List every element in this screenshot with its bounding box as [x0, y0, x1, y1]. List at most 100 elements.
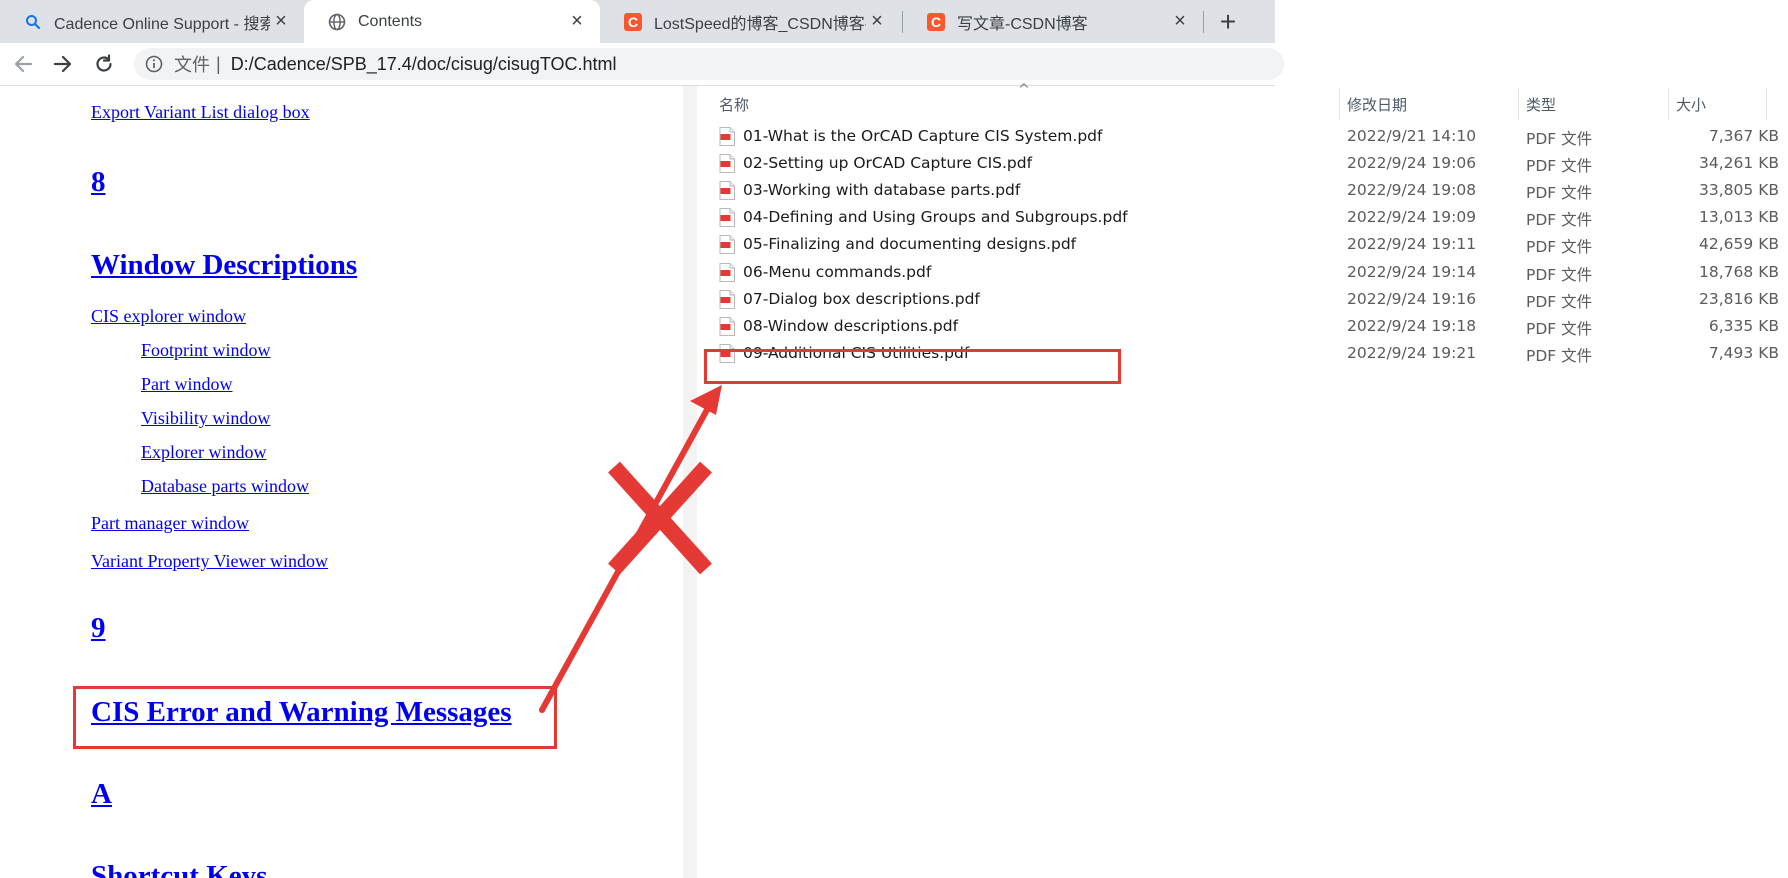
file-size: 34,261 KB — [1699, 154, 1779, 173]
toc-link-cis-explorer-window[interactable]: CIS explorer window — [91, 306, 246, 327]
toc-link-export-variant-list[interactable]: Export Variant List dialog box — [91, 102, 310, 123]
pdf-file-icon — [719, 289, 735, 309]
file-row[interactable]: 04-Defining and Using Groups and Subgrou… — [697, 204, 1788, 231]
address-url[interactable]: D:/Cadence/SPB_17.4/doc/cisug/cisugTOC.h… — [231, 54, 617, 75]
pane-divider — [683, 86, 697, 878]
pdf-file-icon — [719, 208, 735, 228]
file-type: PDF 文件 — [1526, 184, 1593, 203]
forward-button[interactable] — [50, 51, 76, 77]
toc-link-footprint-window[interactable]: Footprint window — [141, 340, 271, 361]
reload-icon — [96, 54, 112, 72]
address-bar[interactable]: 文件 | D:/Cadence/SPB_17.4/doc/cisug/cisug… — [134, 48, 1284, 80]
file-name: 06-Menu commands.pdf — [743, 262, 932, 281]
file-row[interactable]: 02-Setting up OrCAD Capture CIS.pdf 2022/… — [697, 150, 1788, 177]
file-size: 42,659 KB — [1699, 235, 1779, 254]
column-header-modified[interactable]: 修改日期 — [1347, 94, 1407, 115]
globe-icon — [328, 13, 346, 31]
file-name: 02-Setting up OrCAD Capture CIS.pdf — [743, 154, 1033, 173]
file-type: PDF 文件 — [1526, 157, 1593, 176]
appendix-a-title-link[interactable]: Shortcut Keys — [91, 860, 267, 878]
file-name: 08-Window descriptions.pdf — [743, 316, 959, 335]
column-separator[interactable] — [1518, 88, 1519, 120]
toc-link-part-window[interactable]: Part window — [141, 374, 233, 395]
file-name: 04-Defining and Using Groups and Subgrou… — [743, 208, 1128, 227]
file-size: 18,768 KB — [1699, 262, 1779, 281]
column-header-type[interactable]: 类型 — [1526, 94, 1556, 115]
arrow-right-icon — [53, 55, 72, 73]
toc-link-visibility-window[interactable]: Visibility window — [141, 408, 270, 429]
file-row[interactable]: 09-Additional CIS Utilities.pdf 2022/9/24… — [697, 340, 1788, 367]
file-modified: 2022/9/24 19:21 — [1347, 343, 1477, 362]
file-row[interactable]: 03-Working with database parts.pdf 2022/9… — [697, 177, 1788, 204]
document-page: Export Variant List dialog box 8 Window … — [0, 86, 680, 878]
file-size: 7,493 KB — [1708, 343, 1779, 362]
file-modified: 2022/9/24 19:09 — [1347, 208, 1477, 227]
file-size: 13,013 KB — [1699, 208, 1779, 227]
toc-link-database-parts-window[interactable]: Database parts window — [141, 476, 309, 497]
column-header-size[interactable]: 大小 — [1676, 94, 1706, 115]
file-modified: 2022/9/24 19:08 — [1347, 181, 1477, 200]
tab-title: LostSpeed的博客_CSDN博客-ST — [654, 15, 866, 33]
column-separator[interactable] — [1339, 88, 1340, 120]
file-size: 33,805 KB — [1699, 181, 1779, 200]
tab-contents[interactable]: Contents × — [304, 0, 600, 43]
info-icon[interactable] — [144, 54, 164, 74]
pdf-file-icon — [719, 316, 735, 336]
file-modified: 2022/9/24 19:16 — [1347, 289, 1477, 308]
chapter-9-number-link[interactable]: 9 — [91, 612, 106, 645]
file-name: 03-Working with database parts.pdf — [743, 181, 1021, 200]
file-row[interactable]: 06-Menu commands.pdf 2022/9/24 19:14 PDF 文… — [697, 259, 1788, 286]
file-modified: 2022/9/24 19:14 — [1347, 262, 1477, 281]
file-type: PDF 文件 — [1526, 211, 1593, 230]
file-row[interactable]: 05-Finalizing and documenting designs.pd… — [697, 231, 1788, 258]
pdf-file-icon — [719, 235, 735, 255]
close-tab-icon[interactable]: × — [1169, 10, 1191, 33]
chapter-8-title-link[interactable]: Window Descriptions — [91, 249, 357, 282]
chapter-9-title-link[interactable]: CIS Error and Warning Messages — [91, 696, 512, 729]
tab-csdn-write[interactable]: C 写文章-CSDN博客 × — [903, 0, 1203, 43]
tab-csdn-blog[interactable]: C LostSpeed的博客_CSDN博客-ST × — [600, 0, 900, 43]
address-scheme-label: 文件 — [174, 55, 210, 75]
close-tab-icon[interactable]: × — [866, 10, 888, 33]
file-size: 23,816 KB — [1699, 289, 1779, 308]
file-row[interactable]: 01-What is the OrCAD Capture CIS System.… — [697, 123, 1788, 150]
pdf-file-icon — [719, 127, 735, 146]
tab-title: Cadence Online Support - 搜索 — [54, 15, 270, 33]
toc-link-variant-property-viewer[interactable]: Variant Property Viewer window — [91, 551, 328, 572]
file-modified: 2022/9/24 19:18 — [1347, 316, 1477, 335]
tab-separator — [1203, 11, 1204, 33]
reload-button[interactable] — [91, 51, 117, 77]
toc-link-part-manager-window[interactable]: Part manager window — [91, 513, 249, 534]
file-modified: 2022/9/21 14:10 — [1347, 127, 1477, 145]
file-type: PDF 文件 — [1526, 130, 1593, 148]
back-button[interactable] — [10, 51, 36, 77]
column-header-name[interactable]: 名称 — [719, 94, 749, 115]
file-type: PDF 文件 — [1526, 292, 1593, 311]
file-name: 01-What is the OrCAD Capture CIS System.… — [743, 127, 1103, 145]
file-type: PDF 文件 — [1526, 265, 1593, 284]
tab-title: Contents — [358, 12, 423, 30]
pdf-file-icon — [719, 262, 735, 282]
close-tab-icon[interactable]: × — [566, 10, 588, 33]
column-separator[interactable] — [1668, 88, 1669, 120]
new-tab-button[interactable]: + — [1212, 6, 1244, 38]
file-row[interactable]: 08-Window descriptions.pdf 2022/9/24 19:1… — [697, 313, 1788, 340]
file-size: 7,367 KB — [1708, 127, 1779, 145]
pdf-file-icon — [719, 343, 735, 363]
file-modified: 2022/9/24 19:06 — [1347, 154, 1477, 173]
arrow-left-icon — [14, 55, 33, 73]
browser-toolbar: 文件 | D:/Cadence/SPB_17.4/doc/cisug/cisug… — [0, 43, 1284, 86]
column-separator[interactable] — [1766, 88, 1767, 120]
file-row[interactable]: 07-Dialog box descriptions.pdf 2022/9/24 … — [697, 286, 1788, 313]
sort-ascending-icon: ^ — [1018, 82, 1030, 98]
appendix-a-letter-link[interactable]: A — [91, 778, 112, 811]
tab-cadence-support[interactable]: Cadence Online Support - 搜索 × — [0, 0, 304, 43]
search-icon — [24, 13, 42, 31]
chapter-8-number-link[interactable]: 8 — [91, 166, 106, 199]
file-name: 09-Additional CIS Utilities.pdf — [743, 343, 970, 362]
close-tab-icon[interactable]: × — [270, 10, 292, 33]
file-name: 05-Finalizing and documenting designs.pd… — [743, 235, 1077, 254]
toc-link-explorer-window[interactable]: Explorer window — [141, 442, 266, 463]
file-name: 07-Dialog box descriptions.pdf — [743, 289, 980, 308]
csdn-icon: C — [927, 12, 945, 31]
